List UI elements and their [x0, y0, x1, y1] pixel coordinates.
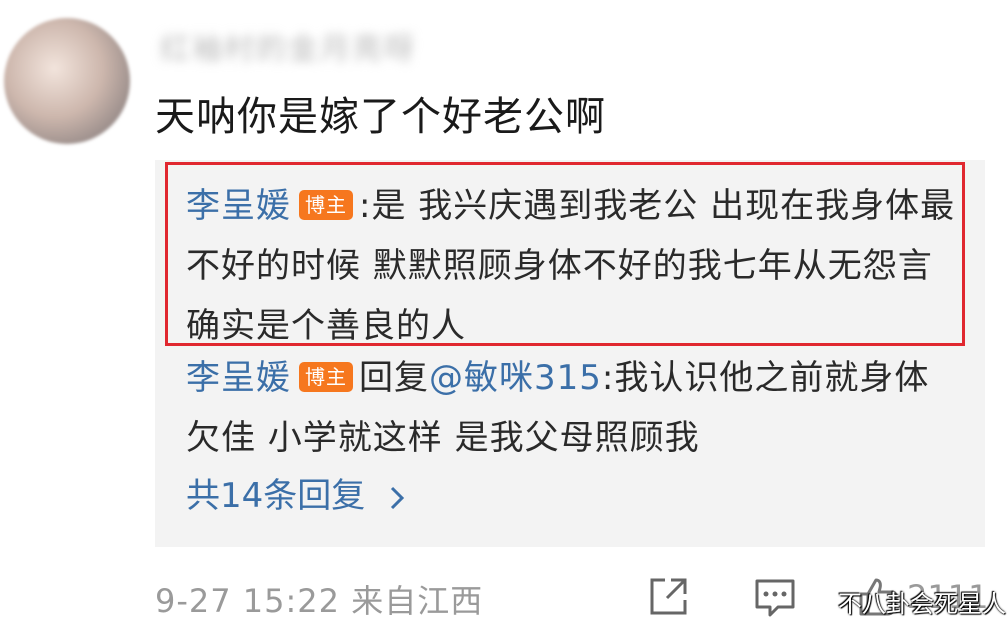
more-replies-link[interactable]: 共14条回复 [186, 468, 408, 517]
comment-icon[interactable] [752, 574, 798, 620]
blogger-badge: 博主 [299, 361, 353, 392]
avatar[interactable] [4, 18, 130, 144]
comment-source: 来自江西 [351, 582, 484, 620]
comment-meta: 9-27 15:22 来自江西 [155, 576, 483, 622]
comment-time: 9-27 15:22 [155, 582, 341, 620]
reply-item[interactable]: 李呈媛 博主:是 我兴庆遇到我老公 出现在我身体最不好的时候 默默照顾身体不好的我… [186, 176, 956, 356]
more-replies-label: 共14条回复 [186, 476, 366, 516]
reply-author[interactable]: 李呈媛 [186, 358, 291, 398]
reply-mention[interactable]: @敏咪315 [429, 358, 602, 398]
share-icon[interactable] [645, 574, 691, 620]
reply-item[interactable]: 李呈媛 博主 回复@敏咪315:我认识他之前就身体欠佳 小学就这样 是我父母照顾我 [186, 348, 956, 468]
comment-text: 天呐你是嫁了个好老公啊 [155, 94, 606, 140]
reply-prefix: 回复 [359, 358, 429, 398]
reply-author[interactable]: 李呈媛 [186, 186, 291, 226]
comment-username[interactable]: 红袖村的金月亮呀 [160, 24, 460, 67]
chevron-right-icon [391, 486, 405, 509]
blogger-badge: 博主 [299, 189, 353, 220]
reply-separator: : [359, 186, 372, 226]
watermark: 不八卦会死星人 [838, 590, 1006, 618]
